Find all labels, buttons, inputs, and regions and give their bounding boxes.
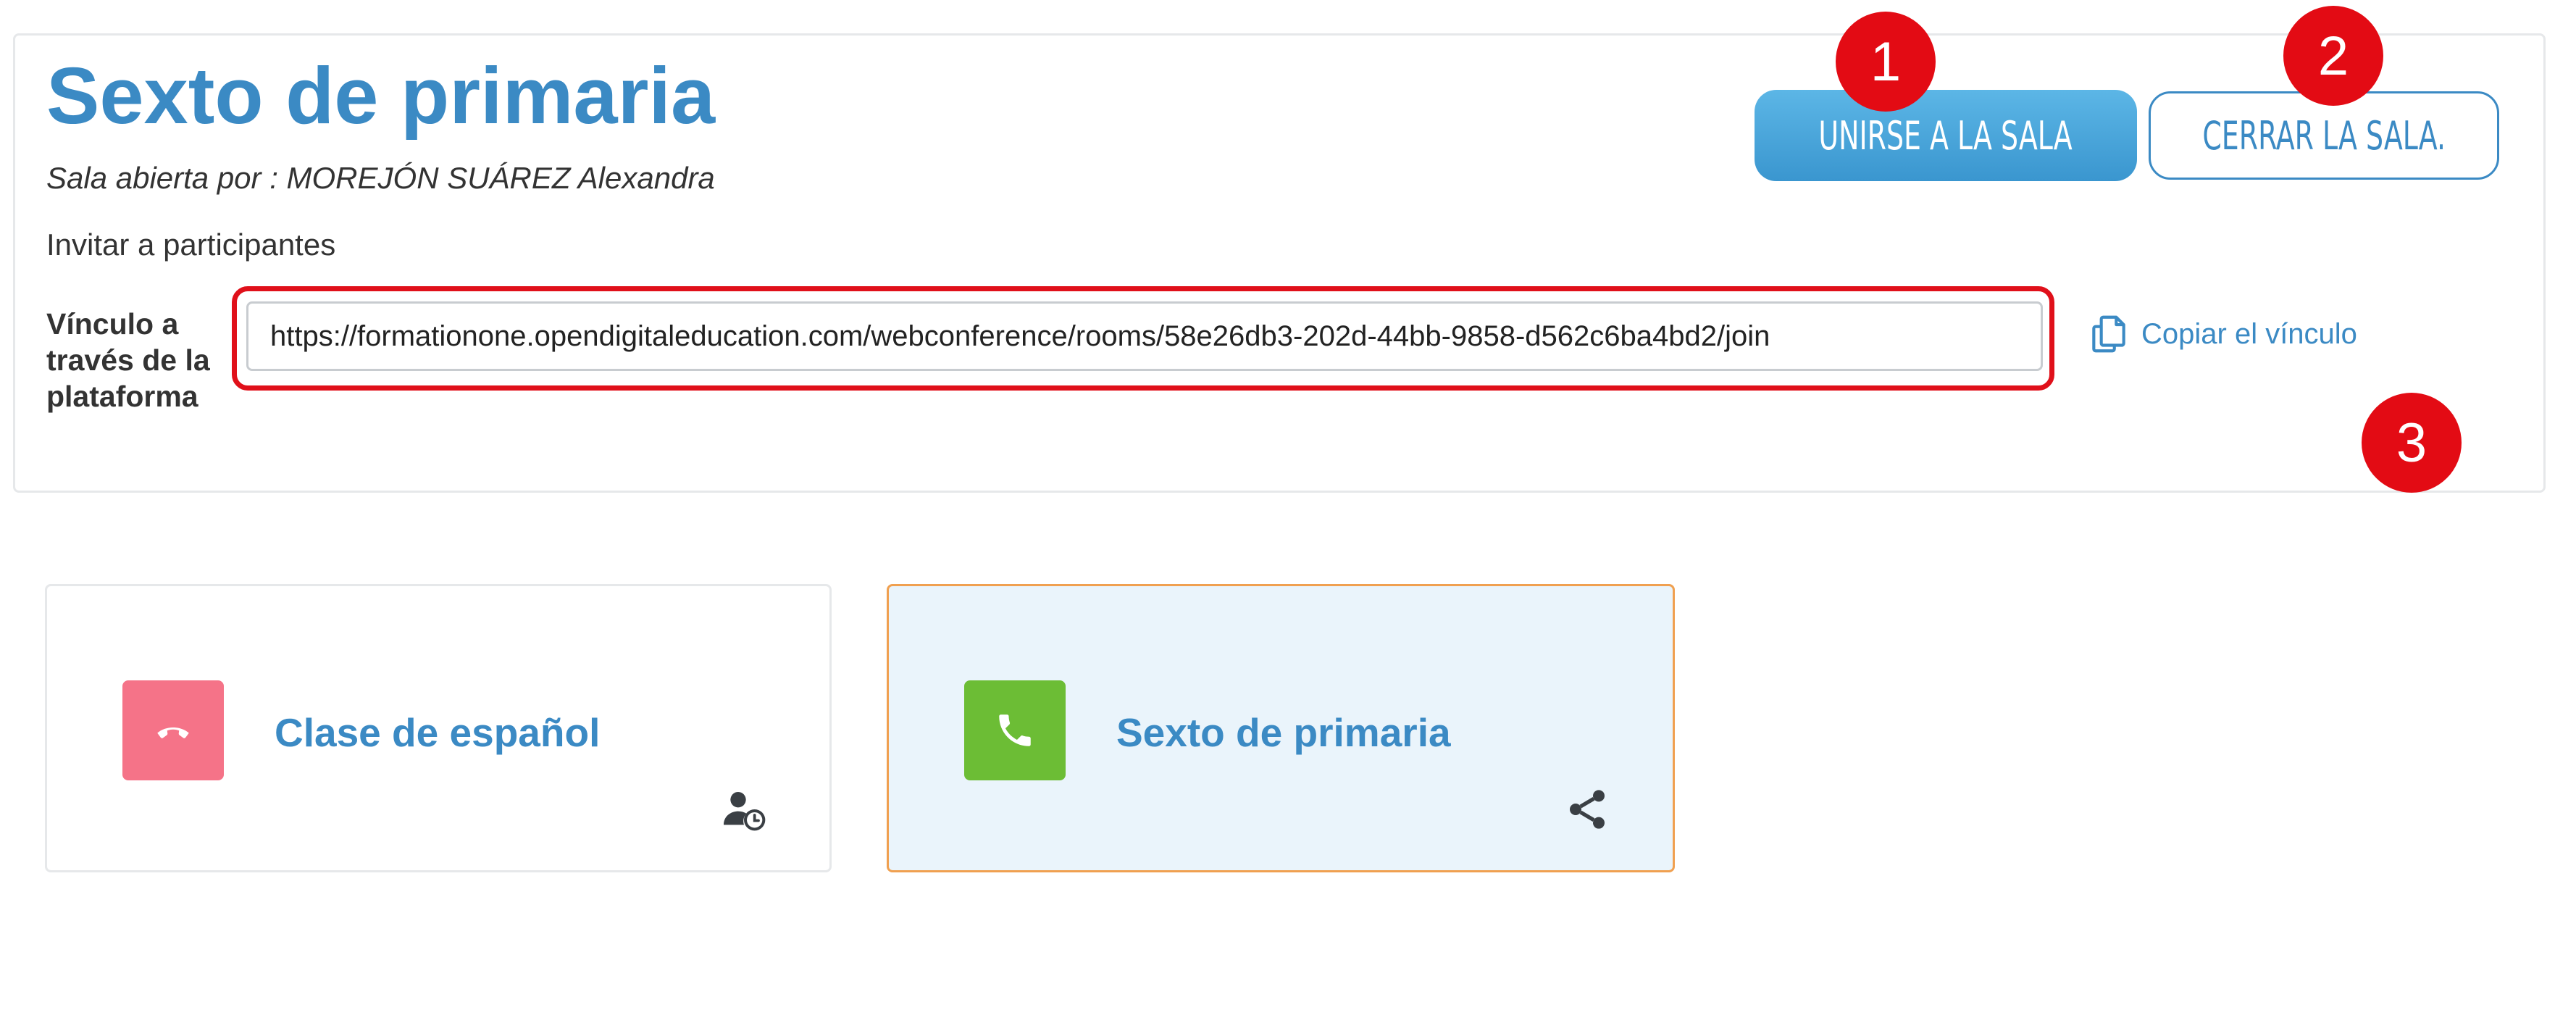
room-card-title: Sexto de primaria [1116, 710, 1451, 755]
join-room-label: UNIRSE A LA SALA [1818, 112, 2073, 159]
room-opened-by: Sala abierta por : MOREJÓN SUÁREZ Alexan… [46, 161, 715, 195]
room-card[interactable]: Clase de español [45, 584, 832, 872]
user-clock-icon[interactable] [721, 786, 767, 833]
share-icon[interactable] [1564, 786, 1610, 833]
close-room-label: CERRAR LA SALA. [2202, 112, 2446, 159]
annotation-badge-1: 1 [1836, 12, 1936, 112]
annotation-badge-2: 2 [2283, 6, 2383, 106]
room-status-badge [964, 680, 1066, 780]
platform-link-label: Vínculo a través de la plataforma [46, 307, 210, 413]
room-card-title: Clase de español [275, 710, 601, 755]
copy-link-button[interactable]: Copiar el vínculo [2086, 312, 2357, 356]
copy-link-label: Copiar el vínculo [2141, 317, 2357, 350]
room-link-input[interactable] [246, 301, 2043, 371]
phone-icon [999, 714, 1031, 746]
copy-icon [2092, 315, 2125, 353]
room-card-selected[interactable]: Sexto de primaria [887, 584, 1675, 872]
phone-hangup-icon [157, 727, 189, 738]
page-title: Sexto de primaria [46, 51, 716, 141]
annotation-badge-3: 3 [2362, 393, 2462, 493]
join-room-button[interactable]: UNIRSE A LA SALA [1755, 90, 2137, 181]
room-status-badge [122, 680, 224, 780]
invite-participants-label: Invitar a participantes [46, 228, 336, 262]
